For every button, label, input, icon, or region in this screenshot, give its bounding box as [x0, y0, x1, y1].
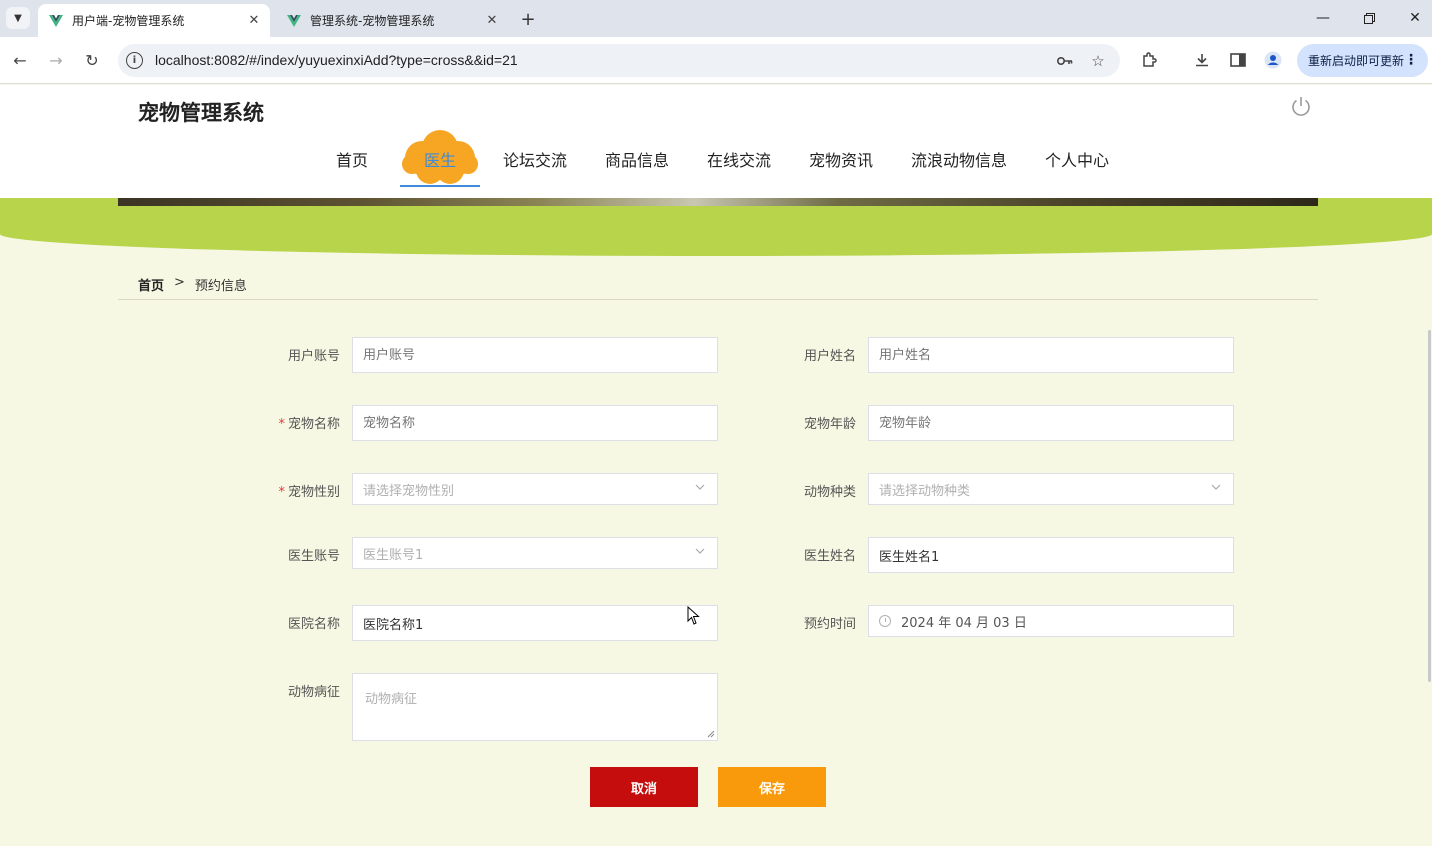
back-icon[interactable]: ←	[9, 49, 31, 71]
hospital-name-value: 医院名称1	[363, 617, 424, 633]
close-window-icon[interactable]: ✕	[1403, 6, 1427, 30]
breadcrumb-divider	[118, 299, 1318, 300]
appointment-time-value: 2024 年 04 月 03 日	[901, 615, 1027, 631]
doctor-account-select[interactable]: 医生账号1	[352, 537, 718, 569]
user-account-label: 用户账号	[287, 349, 340, 364]
more-menu-icon[interactable]: ⋮	[1404, 52, 1418, 68]
site-title: 宠物管理系统	[138, 101, 264, 125]
doctor-account-value: 医生账号1	[363, 547, 424, 563]
pet-gender-select[interactable]: 请选择宠物性别	[352, 473, 718, 505]
required-mark: *	[278, 485, 285, 500]
banner-image	[118, 198, 1318, 206]
vue-logo-icon	[286, 13, 302, 29]
breadcrumb: 首页 > 预约信息	[138, 275, 247, 294]
nav-products[interactable]: 商品信息	[605, 147, 669, 171]
tab-title: 管理系统-宠物管理系统	[310, 14, 435, 28]
appointment-date-picker[interactable]: 2024 年 04 月 03 日	[868, 605, 1234, 637]
restore-icon[interactable]	[1357, 6, 1381, 30]
animal-type-placeholder: 请选择动物种类	[879, 483, 971, 499]
breadcrumb-separator: >	[174, 275, 185, 290]
url-text[interactable]: localhost:8082/#/index/yuyuexinxiAdd?typ…	[155, 52, 518, 68]
pet-gender-placeholder: 请选择宠物性别	[363, 483, 455, 499]
save-button[interactable]: 保存	[718, 767, 826, 807]
site-info-icon[interactable]: i	[126, 52, 143, 69]
chevron-down-icon	[1211, 484, 1221, 490]
nav-doctor[interactable]: 医生	[424, 147, 456, 171]
user-name-input[interactable]	[868, 337, 1234, 373]
clock-icon	[879, 615, 891, 627]
forward-icon[interactable]: →	[45, 49, 67, 71]
address-bar[interactable]: i localhost:8082/#/index/yuyuexinxiAdd?t…	[118, 44, 1120, 77]
site-header: 宠物管理系统 首页 医生 论坛交流 商品信息 在线交流 宠物资讯 流浪动物信息 …	[0, 85, 1432, 198]
download-icon[interactable]	[1192, 50, 1212, 70]
pet-age-input[interactable]	[868, 405, 1234, 441]
chevron-down-icon	[695, 484, 705, 490]
banner-green-band	[0, 198, 1432, 256]
doctor-name-label: 医生姓名	[803, 549, 856, 564]
browser-tab-admin[interactable]: 管理系统-宠物管理系统 ✕	[276, 4, 508, 37]
resize-handle-icon[interactable]	[707, 730, 715, 738]
nav-personal-center[interactable]: 个人中心	[1045, 147, 1109, 171]
tab-title: 用户端-宠物管理系统	[72, 14, 185, 28]
update-chrome-button[interactable]: 重新启动即可更新 ⋮	[1297, 44, 1428, 77]
update-label: 重新启动即可更新	[1308, 54, 1405, 68]
mouse-cursor-icon	[687, 606, 700, 625]
extensions-icon[interactable]	[1139, 50, 1159, 70]
close-tab-icon[interactable]: ✕	[484, 13, 500, 29]
symptoms-label: 动物病征	[287, 685, 340, 700]
nav-home[interactable]: 首页	[336, 147, 368, 171]
new-tab-icon[interactable]: +	[516, 8, 540, 30]
hospital-name-input[interactable]: 医院名称1	[352, 605, 718, 641]
nav-online-chat[interactable]: 在线交流	[707, 147, 771, 171]
pet-age-label: 宠物年龄	[803, 417, 856, 432]
reload-icon[interactable]: ↻	[81, 49, 103, 71]
vue-logo-icon	[48, 13, 64, 29]
password-key-icon[interactable]	[1056, 52, 1074, 70]
user-name-label: 用户姓名	[803, 349, 856, 364]
doctor-name-value: 医生姓名1	[879, 549, 940, 565]
pet-name-label: * 宠物名称	[278, 417, 340, 432]
close-tab-icon[interactable]: ✕	[246, 13, 262, 29]
appointment-time-label: 预约时间	[803, 617, 856, 632]
minimize-icon[interactable]: —	[1311, 6, 1335, 30]
browser-tab-bar: ▼ 用户端-宠物管理系统 ✕ 管理系统-宠物管理系统 ✕ + — ✕	[0, 0, 1432, 37]
nav-pet-news[interactable]: 宠物资讯	[809, 147, 873, 171]
breadcrumb-home[interactable]: 首页	[138, 275, 164, 294]
animal-type-label: 动物种类	[803, 485, 856, 500]
browser-toolbar: ← → ↻ i localhost:8082/#/index/yuyuexinx…	[0, 37, 1432, 84]
doctor-name-input[interactable]: 医生姓名1	[868, 537, 1234, 573]
side-panel-icon[interactable]	[1228, 50, 1248, 70]
page-scrollbar[interactable]	[1428, 330, 1431, 682]
symptoms-textarea[interactable]: 动物病征	[352, 673, 718, 741]
active-nav-underline	[400, 185, 480, 187]
nav-forum[interactable]: 论坛交流	[503, 147, 567, 171]
symptoms-placeholder: 动物病征	[365, 692, 418, 707]
breadcrumb-current: 预约信息	[194, 279, 247, 294]
animal-type-select[interactable]: 请选择动物种类	[868, 473, 1234, 505]
chevron-down-icon	[695, 548, 705, 554]
profile-icon[interactable]	[1263, 50, 1283, 70]
required-mark: *	[278, 417, 285, 432]
pet-name-input[interactable]	[352, 405, 718, 441]
nav-stray-animals[interactable]: 流浪动物信息	[911, 147, 1007, 171]
pet-gender-label: * 宠物性别	[278, 485, 340, 500]
tab-search-button[interactable]: ▼	[6, 7, 30, 29]
bookmark-star-icon[interactable]: ☆	[1089, 52, 1107, 70]
logout-power-icon[interactable]	[1290, 95, 1312, 117]
user-account-input[interactable]	[352, 337, 718, 373]
main-nav: 首页 医生 论坛交流 商品信息 在线交流 宠物资讯 流浪动物信息 个人中心	[0, 137, 1432, 187]
browser-tab-user[interactable]: 用户端-宠物管理系统 ✕	[38, 4, 270, 37]
doctor-account-label: 医生账号	[287, 549, 340, 564]
cancel-button[interactable]: 取消	[590, 767, 698, 807]
hospital-name-label: 医院名称	[287, 617, 340, 632]
